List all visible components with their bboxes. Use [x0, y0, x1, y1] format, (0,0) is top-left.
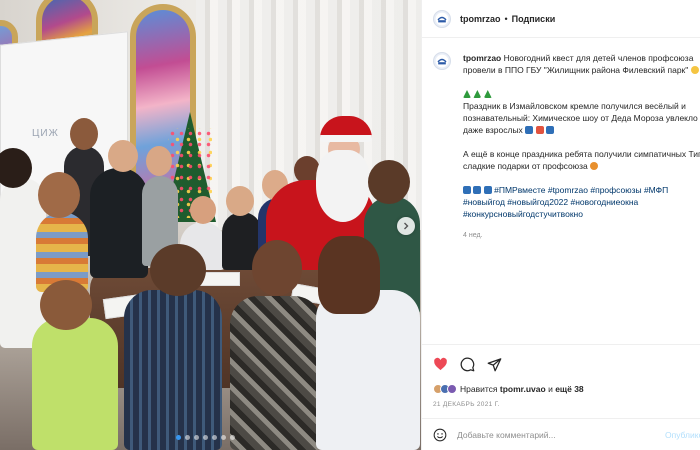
paper-sheet	[200, 272, 240, 286]
santa-beard	[316, 150, 370, 222]
likes-connector: и	[548, 384, 553, 394]
share-icon[interactable]	[487, 357, 502, 372]
carousel-dot	[194, 435, 199, 440]
header-separator: •	[504, 13, 508, 24]
snowflake-emoji-icon	[525, 126, 534, 134]
person-head	[318, 236, 380, 314]
person-head	[70, 118, 98, 150]
comment-icon[interactable]	[460, 357, 475, 372]
carousel-next-button[interactable]	[397, 217, 415, 235]
profile-logo-icon	[435, 54, 449, 68]
person	[316, 290, 420, 450]
person-head	[252, 240, 302, 296]
hashtags[interactable]: #ПМРвместе #tpomrzao #профсоюзы #МФП #но…	[463, 185, 668, 219]
carousel-dot	[203, 435, 208, 440]
snowflake-emoji-icon	[545, 126, 554, 134]
post-photo[interactable]: ЦИЖ	[0, 0, 421, 450]
gift-emoji-icon	[535, 126, 544, 134]
profile-logo-icon	[435, 12, 449, 25]
emoji-icon[interactable]	[433, 428, 447, 442]
comment-input[interactable]	[457, 429, 647, 440]
person	[32, 318, 118, 450]
avatar	[447, 384, 457, 394]
screen-text: ЦИЖ	[32, 128, 59, 139]
person-head	[38, 172, 80, 218]
carousel-dot	[230, 435, 235, 440]
person-head	[226, 186, 254, 216]
carousel-dot	[221, 435, 226, 440]
caption: tpomrzao Новогодний квест для детей член…	[433, 52, 700, 342]
emoji-icon	[690, 66, 699, 74]
person-head	[108, 140, 138, 172]
caption-p2-line2: сладкие подарки от профсоюза	[463, 161, 588, 171]
publish-button[interactable]: Опубликовать	[665, 430, 700, 440]
person-head	[146, 146, 172, 176]
tiger-emoji-icon	[590, 162, 599, 170]
caption-p2-line1: А ещё в конце праздника ребята получили …	[463, 149, 700, 159]
carousel-dot	[185, 435, 190, 440]
post-actions: Нравится tpomr.uvao и ещё 38 21 ДЕКАБРЬ …	[422, 344, 700, 408]
tree-emoji-icon	[473, 90, 482, 98]
carousel-dot	[212, 435, 217, 440]
caption-time-ago: 4 нед.	[463, 232, 483, 239]
follow-button[interactable]: Подписки	[512, 14, 556, 24]
post-date: 21 ДЕКАБРЬ 2021 Г.	[433, 401, 500, 408]
snowflake-emoji-icon	[463, 186, 471, 194]
caption-p1-line1: Праздник в Измайловском кремле получился…	[463, 101, 686, 111]
avatar[interactable]	[433, 9, 451, 28]
person	[90, 168, 148, 278]
person-head	[40, 280, 92, 330]
post-header: tpomrzao • Подписки	[422, 0, 700, 38]
likes-user[interactable]: tpomr.uvao	[500, 384, 546, 394]
person	[124, 290, 222, 450]
person	[230, 296, 322, 450]
caption-p1-line3: даже взрослых	[463, 125, 523, 135]
tree-emoji-icon	[483, 90, 492, 98]
person-head	[190, 196, 216, 224]
tree-emoji-icon	[463, 90, 471, 98]
caption-p1-line2: познавательный: Химическое шоу от Деда М…	[463, 113, 698, 123]
likes-prefix: Нравится	[460, 384, 498, 394]
carousel-dots	[176, 435, 235, 440]
caption-avatar[interactable]	[433, 52, 451, 70]
likes-line: Нравится tpomr.uvao и ещё 38	[433, 384, 690, 394]
carousel-dot	[176, 435, 181, 440]
person-head	[368, 160, 410, 204]
header-username[interactable]: tpomrzao	[460, 14, 501, 24]
snowflake-emoji-icon	[483, 186, 492, 194]
caption-username[interactable]: tpomrzao	[463, 53, 501, 63]
post-side-panel: tpomrzao • Подписки tpomrzao Новогодний …	[421, 0, 700, 450]
likes-others[interactable]: ещё 38	[555, 384, 583, 394]
person-head	[150, 244, 206, 296]
chevron-right-icon	[404, 222, 409, 230]
heart-icon[interactable]	[433, 357, 448, 372]
snowflake-emoji-icon	[473, 186, 482, 194]
comment-bar: Опубликовать	[422, 418, 700, 450]
liker-avatars	[433, 384, 457, 394]
